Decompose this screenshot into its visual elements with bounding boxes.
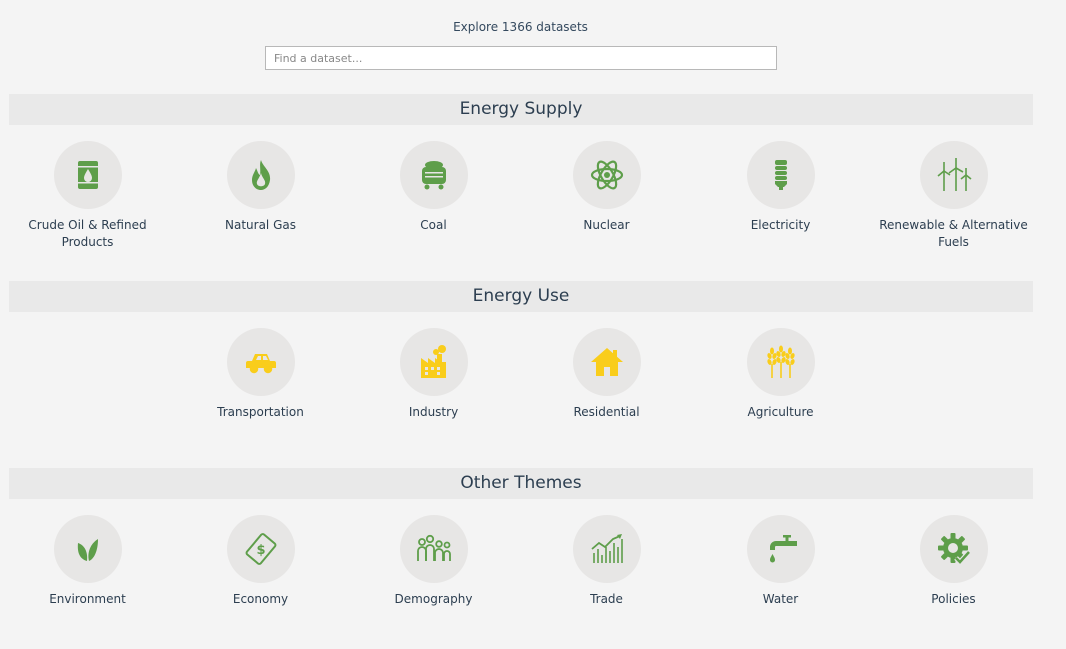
theme-coal[interactable]: Coal bbox=[347, 141, 520, 234]
money-icon: $ bbox=[245, 533, 276, 565]
theme-label: Trade bbox=[590, 592, 623, 606]
section-title: Other Themes bbox=[9, 468, 1033, 499]
wheat-icon bbox=[766, 345, 795, 378]
theme-label: Transportation bbox=[217, 405, 304, 419]
theme-demography[interactable]: Demography bbox=[347, 515, 520, 608]
section-energy-use: Energy Use bbox=[9, 281, 1033, 312]
leaf-icon bbox=[77, 539, 98, 561]
theme-label: Coal bbox=[420, 218, 447, 232]
theme-residential[interactable]: Residential bbox=[520, 328, 693, 421]
theme-label: Renewable & Alternative Fuels bbox=[879, 218, 1028, 249]
theme-nuclear[interactable]: Nuclear bbox=[520, 141, 693, 234]
theme-label: Nuclear bbox=[583, 218, 630, 232]
theme-trade[interactable]: Trade bbox=[520, 515, 693, 608]
svg-text:$: $ bbox=[256, 543, 265, 558]
theme-electricity[interactable]: Electricity bbox=[694, 141, 867, 234]
section-title: Energy Use bbox=[9, 281, 1033, 312]
section-title: Energy Supply bbox=[9, 94, 1033, 125]
explore-text: Explore 1366 datasets bbox=[453, 20, 588, 34]
theme-transportation[interactable]: Transportation bbox=[174, 328, 347, 421]
theme-water[interactable]: Water bbox=[694, 515, 867, 608]
theme-label: Electricity bbox=[750, 218, 811, 232]
theme-environment[interactable]: Environment bbox=[1, 515, 174, 608]
theme-label: Industry bbox=[408, 405, 459, 419]
theme-industry[interactable]: Industry bbox=[347, 328, 520, 421]
light-bulb-icon bbox=[774, 160, 787, 190]
theme-economy[interactable]: $ Economy bbox=[174, 515, 347, 608]
water-tap-icon bbox=[769, 535, 797, 563]
theme-label: Environment bbox=[49, 592, 126, 606]
wind-turbine-icon bbox=[936, 158, 971, 191]
theme-label: Water bbox=[762, 592, 799, 606]
coal-cart-icon bbox=[421, 161, 446, 190]
oil-barrel-icon bbox=[76, 161, 99, 189]
factory-icon bbox=[420, 345, 446, 378]
theme-label: Crude Oil & Refined Products bbox=[28, 218, 147, 249]
theme-label: Economy bbox=[232, 592, 289, 606]
car-icon bbox=[245, 354, 276, 374]
theme-crude-oil[interactable]: Crude Oil & Refined Products bbox=[1, 141, 174, 251]
section-other-themes: Other Themes bbox=[9, 468, 1033, 499]
theme-natural-gas[interactable]: Natural Gas bbox=[174, 141, 347, 234]
theme-policies[interactable]: Policies bbox=[867, 515, 1040, 608]
theme-label: Agriculture bbox=[747, 405, 814, 419]
section-energy-supply: Energy Supply bbox=[9, 94, 1033, 125]
search-input[interactable] bbox=[265, 46, 777, 70]
theme-label: Natural Gas bbox=[225, 218, 296, 232]
atom-icon bbox=[590, 160, 623, 190]
people-icon bbox=[416, 534, 451, 561]
flame-icon bbox=[251, 160, 270, 190]
house-icon bbox=[590, 348, 623, 376]
theme-label: Residential bbox=[573, 405, 640, 419]
theme-label: Demography bbox=[394, 592, 473, 606]
theme-agriculture[interactable]: Agriculture bbox=[694, 328, 867, 421]
theme-renewable[interactable]: Renewable & Alternative Fuels bbox=[867, 141, 1040, 251]
gear-check-icon bbox=[937, 533, 971, 566]
trade-chart-icon bbox=[590, 534, 623, 563]
theme-label: Policies bbox=[931, 592, 976, 606]
